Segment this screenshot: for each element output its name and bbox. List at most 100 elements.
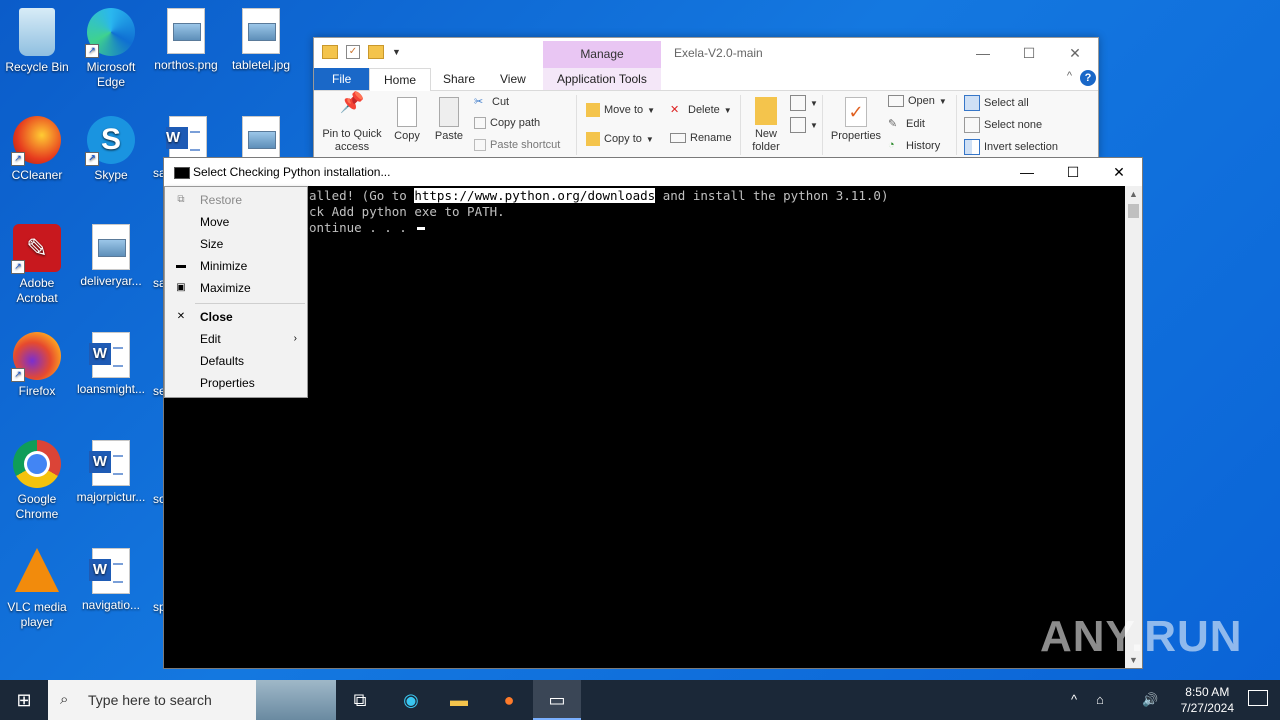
- rename-button[interactable]: Rename: [670, 132, 732, 144]
- console-window[interactable]: Select Checking Python installation... —…: [163, 157, 1143, 669]
- history-button[interactable]: ◔ History: [888, 139, 940, 153]
- menu-item-edit[interactable]: Edit ›: [165, 328, 307, 350]
- desktop-icon-google-chrome[interactable]: Google Chrome: [0, 440, 74, 522]
- copy-button[interactable]: Copy: [390, 97, 424, 143]
- menu-item-label: Close: [200, 310, 233, 324]
- shortcut-arrow-icon: ↗: [85, 44, 99, 58]
- maximize-icon[interactable]: ☐: [1050, 158, 1096, 186]
- easy-access-button[interactable]: ▼: [790, 117, 818, 133]
- tab-manage[interactable]: Manage: [543, 41, 661, 68]
- scroll-up-icon[interactable]: ▲: [1125, 186, 1142, 202]
- desktop-icon-adobe-acrobat[interactable]: ✎ ↗ Adobe Acrobat: [0, 224, 74, 306]
- maximize-icon: ▣: [176, 282, 186, 293]
- move-to-button[interactable]: Move to ▼: [586, 103, 655, 117]
- copy-path-button[interactable]: Copy path: [474, 117, 540, 129]
- desktop-icon-microsoft-edge[interactable]: ↗ Microsoft Edge: [74, 8, 148, 90]
- desktop-icon-loansmight[interactable]: W loansmight...: [74, 332, 148, 397]
- menu-item-maximize[interactable]: ▣ Maximize: [165, 277, 307, 299]
- desktop-icon-firefox[interactable]: ↗ Firefox: [0, 332, 74, 399]
- system-menu: ⧉ Restore Move Size ▬ Minimize ▣ Maximize ✕…: [164, 186, 308, 398]
- desktop-icon-tabletel[interactable]: tabletel.jpg: [224, 8, 298, 73]
- new-folder-button[interactable]: New folder: [746, 97, 786, 154]
- select-none-button[interactable]: Select none: [964, 117, 1042, 133]
- new-folder-icon[interactable]: [368, 45, 384, 59]
- desktop-icon-deliveryar[interactable]: deliveryar...: [74, 224, 148, 289]
- desktop-icon-skype[interactable]: S ↗ Skype: [74, 116, 148, 183]
- console-output[interactable]: alled! (Go to https://www.python.org/dow…: [164, 186, 1125, 668]
- menu-item-properties[interactable]: Properties: [165, 372, 307, 394]
- speaker-icon[interactable]: 🔊: [1142, 680, 1158, 720]
- image-file-icon: [242, 8, 280, 54]
- menu-item-size[interactable]: Size: [165, 233, 307, 255]
- new-folder-icon: [755, 97, 777, 125]
- desktop-icon-majorpictur[interactable]: W majorpictur...: [74, 440, 148, 505]
- cut-button[interactable]: ✂ Cut: [474, 95, 509, 109]
- menu-item-close[interactable]: ✕ Close: [165, 306, 307, 328]
- taskbar-search-box[interactable]: ⌕ Type here to search: [48, 680, 336, 720]
- taskbar-edge[interactable]: ◉: [387, 680, 435, 720]
- scissors-icon: ✂: [474, 96, 484, 108]
- paste-button[interactable]: Paste: [432, 97, 466, 143]
- pin-to-quick-access-button[interactable]: 📌 Pin to Quick access: [320, 93, 384, 154]
- taskbar: ⊞ ⌕ Type here to search ⧉ ◉ ▬ ● ▭ ^ ⌂ 🔊 …: [0, 680, 1280, 720]
- invert-selection-button[interactable]: Invert selection: [964, 139, 1058, 155]
- taskbar-file-explorer[interactable]: ▬: [435, 680, 483, 720]
- tab-home[interactable]: Home: [369, 68, 432, 92]
- help-icon[interactable]: ?: [1080, 70, 1096, 86]
- desktop-icon-ccleaner[interactable]: ↗ CCleaner: [0, 116, 74, 183]
- explorer-title-bar[interactable]: ✓ ▼ Manage Exela-V2.0-main — ☐ ✕: [314, 38, 1098, 68]
- start-button[interactable]: ⊞: [0, 680, 48, 720]
- select-all-button[interactable]: Select all: [964, 95, 1029, 111]
- edit-button[interactable]: ✎ Edit: [888, 117, 925, 131]
- console-title-bar[interactable]: Select Checking Python installation... —…: [164, 158, 1142, 186]
- rename-icon: [670, 133, 686, 143]
- menu-item-defaults[interactable]: Defaults: [165, 350, 307, 372]
- tab-view[interactable]: View: [486, 68, 540, 90]
- network-icon[interactable]: ⌂: [1096, 680, 1104, 720]
- console-icon[interactable]: [174, 167, 190, 179]
- taskbar-console[interactable]: ▭: [533, 680, 581, 720]
- properties-check-icon[interactable]: ✓: [346, 45, 360, 59]
- selected-url-text: https://www.python.org/downloads: [414, 188, 656, 203]
- show-hidden-icons-icon[interactable]: ^: [1071, 680, 1077, 720]
- text-cursor: [417, 227, 426, 230]
- tab-application-tools[interactable]: Application Tools: [543, 68, 661, 90]
- task-view-button[interactable]: ⧉: [336, 680, 384, 720]
- menu-item-move[interactable]: Move: [165, 211, 307, 233]
- scrollbar-thumb[interactable]: [1128, 204, 1139, 218]
- file-explorer-window[interactable]: ✓ ▼ Manage Exela-V2.0-main — ☐ ✕ File Ho…: [313, 37, 1099, 160]
- open-button[interactable]: Open ▼: [888, 95, 947, 107]
- taskbar-firefox[interactable]: ●: [485, 680, 533, 720]
- menu-item-restore[interactable]: ⧉ Restore: [165, 189, 307, 211]
- delete-button[interactable]: ✕ Delete ▼: [670, 103, 732, 117]
- desktop-icon-label: loansmight...: [76, 382, 146, 396]
- chevron-down-icon[interactable]: ▼: [392, 47, 401, 57]
- new-item-button[interactable]: ▼: [790, 95, 818, 111]
- tab-file[interactable]: File: [314, 68, 370, 90]
- menu-item-label: Maximize: [200, 281, 251, 295]
- close-icon[interactable]: ✕: [1052, 38, 1098, 68]
- tab-share[interactable]: Share: [429, 68, 489, 90]
- maximize-icon[interactable]: ☐: [1006, 38, 1052, 68]
- chevron-right-icon: ›: [293, 333, 297, 344]
- close-icon[interactable]: ✕: [1096, 158, 1142, 186]
- paste-shortcut-button[interactable]: Paste shortcut: [474, 139, 560, 151]
- desktop-icon-recycle-bin[interactable]: Recycle Bin: [0, 8, 74, 75]
- desktop-icon-navigatio[interactable]: W navigatio...: [74, 548, 148, 613]
- folder-icon[interactable]: [322, 45, 338, 59]
- minimize-icon[interactable]: —: [960, 38, 1006, 68]
- skype-icon: S ↗: [85, 116, 135, 166]
- copy-to-button[interactable]: Copy to ▼: [586, 132, 654, 146]
- properties-button[interactable]: ✓ Properties: [828, 97, 884, 143]
- desktop-icon-label: Google Chrome: [15, 492, 59, 521]
- taskbar-clock[interactable]: 8:50 AM 7/27/2024: [1181, 684, 1234, 716]
- desktop-icon-vlc[interactable]: VLC media player: [0, 548, 74, 630]
- minimize-icon[interactable]: —: [1004, 158, 1050, 186]
- delete-label: Delete: [688, 104, 720, 116]
- desktop-icon-northos[interactable]: northos.png: [149, 8, 223, 73]
- notification-center-icon[interactable]: [1248, 690, 1268, 706]
- vertical-scrollbar[interactable]: ▲ ▼: [1125, 186, 1142, 668]
- desktop-icon-label: Recycle Bin: [5, 60, 69, 74]
- collapse-ribbon-icon[interactable]: ^: [1067, 70, 1072, 82]
- menu-item-minimize[interactable]: ▬ Minimize: [165, 255, 307, 277]
